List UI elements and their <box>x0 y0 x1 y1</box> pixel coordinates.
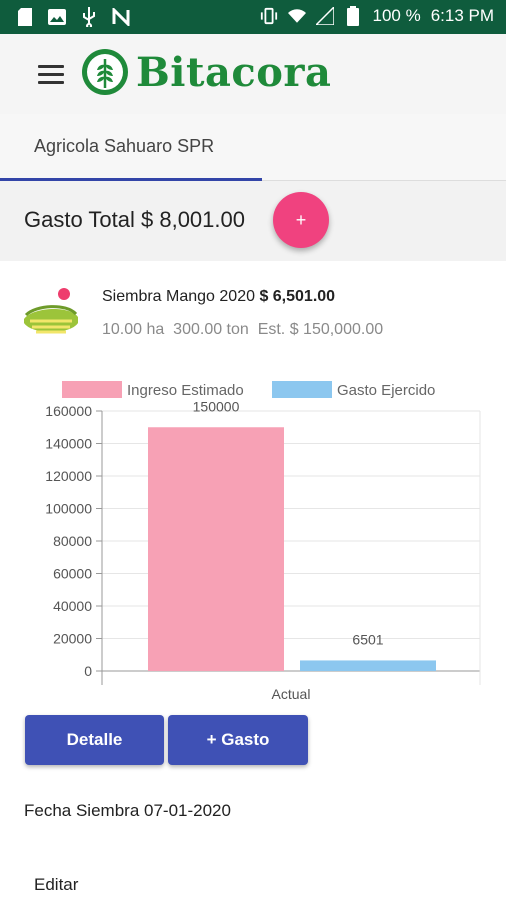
editar-link[interactable]: Editar <box>34 875 78 895</box>
sd-card-icon <box>16 7 34 27</box>
fecha-siembra: Fecha Siembra 07-01-2020 <box>24 801 231 820</box>
total-bar: Gasto Total $ 8,001.00 <box>0 181 506 261</box>
legend-label: Ingreso Estimado <box>127 382 244 399</box>
menu-icon[interactable] <box>38 65 64 85</box>
add-gasto-button[interactable]: + Gasto <box>168 715 308 765</box>
usb-icon <box>80 7 98 27</box>
crop-meta: 10.00 ha 300.00 ton Est. $ 150,000.00 <box>102 321 384 338</box>
expense-bar-chart: Ingreso Estimado Gasto Ejercido 0 20000 4000… <box>45 381 481 702</box>
legend-label: Gasto Ejercido <box>337 382 435 399</box>
y-tick-label: 0 <box>84 663 92 679</box>
y-tick-label: 40000 <box>53 598 92 614</box>
wifi-icon <box>288 6 307 26</box>
detalle-button[interactable]: Detalle <box>25 715 164 765</box>
status-bar: 100 % 6:13 PM <box>0 0 506 34</box>
wheat-leaf-icon <box>82 49 128 95</box>
detalle-label: Detalle <box>66 730 123 749</box>
bar-ingreso-estimado <box>148 427 284 671</box>
fab-label: + <box>295 209 307 230</box>
battery-icon <box>344 6 362 26</box>
add-fab-button[interactable]: + <box>273 192 329 248</box>
vibrate-icon <box>260 6 278 26</box>
crop-amount: $ 6,501.00 <box>259 288 336 305</box>
x-tick-label: Actual <box>272 686 311 702</box>
legend-swatch <box>62 381 122 398</box>
signal-icon <box>316 6 335 26</box>
tab-bar: Agricola Sahuaro SPR <box>0 114 506 181</box>
y-tick-label: 140000 <box>45 436 92 452</box>
app-title: Bitacora <box>136 48 332 96</box>
bar-gasto-ejercido <box>300 660 436 671</box>
n-app-icon <box>112 7 130 27</box>
y-tick-label: 20000 <box>53 631 92 647</box>
y-tick-label: 80000 <box>53 533 92 549</box>
crop-title: Siembra Mango 2020 $ 6,501.00 <box>102 288 335 306</box>
app-logo: Bitacora <box>80 47 331 97</box>
legend-swatch <box>272 381 332 398</box>
data-label: 6501 <box>352 631 383 647</box>
app-bar: Bitacora <box>0 34 506 114</box>
y-tick-label: 100000 <box>45 501 92 517</box>
y-tick-label: 160000 <box>45 403 92 419</box>
y-tick-label: 120000 <box>45 468 92 484</box>
y-tick-label: 60000 <box>53 566 92 582</box>
field-icon <box>24 288 78 334</box>
total-label: Gasto Total $ 8,001.00 <box>24 207 245 232</box>
image-icon <box>48 7 66 27</box>
system-icons: 100 % 6:13 PM <box>260 6 494 26</box>
add-gasto-label: + Gasto <box>206 730 270 749</box>
battery-percent: 100 % <box>372 6 421 25</box>
clock: 6:13 PM <box>430 6 494 25</box>
notification-icons <box>16 7 130 27</box>
tab-label: Agricola Sahuaro SPR <box>34 136 215 156</box>
tab-agricola-sahuaro[interactable]: Agricola Sahuaro SPR <box>0 114 262 181</box>
crop-name: Siembra Mango 2020 <box>102 288 255 305</box>
data-label: 150000 <box>193 398 240 414</box>
